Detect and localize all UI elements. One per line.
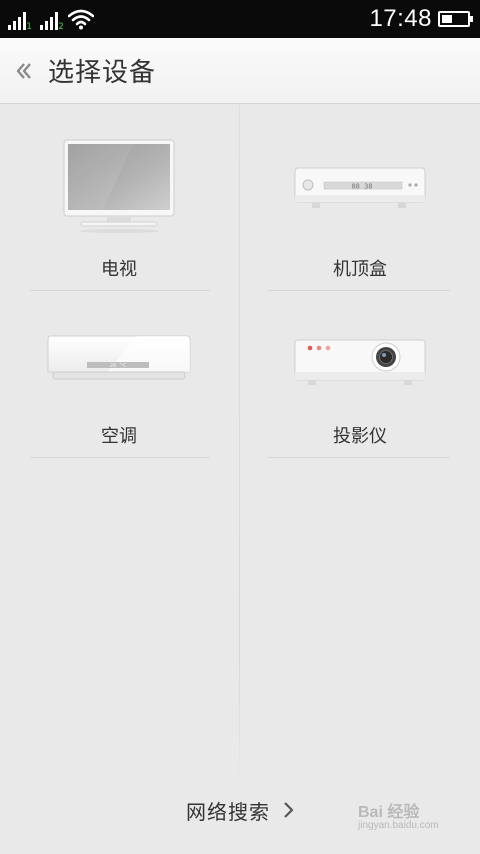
grid-divider [30, 290, 210, 291]
air-conditioner-icon: 26 °C [47, 335, 191, 380]
tv-icon [63, 139, 175, 233]
status-bar: 1 2 17:48 [0, 0, 480, 38]
device-label-air-conditioner: 空调 [101, 426, 137, 447]
page-title: 选择设备 [48, 58, 157, 88]
watermark-url: jingyan.baidu.com [358, 820, 439, 831]
device-projector[interactable]: 投影仪 [241, 292, 479, 476]
title-bar: 选择设备 [0, 38, 480, 104]
projector-icon [294, 339, 426, 385]
grid-divider [268, 290, 450, 291]
watermark-logo: Bai 经验 jingyan.baidu.com [358, 798, 450, 838]
device-label-projector: 投影仪 [333, 426, 387, 447]
battery-icon [438, 11, 473, 27]
grid-divider-vertical [239, 105, 240, 795]
sim2-tag: 2 [58, 22, 64, 32]
set-top-box-icon: 88 38 [294, 167, 426, 208]
wifi-icon [68, 9, 94, 30]
device-label-set-top-box: 机顶盒 [333, 259, 387, 280]
battery-level [442, 15, 452, 23]
signal-strength-icon-sim1: 1 [8, 10, 32, 32]
watermark-logo-text: Bai 经验 [358, 804, 420, 821]
signal-strength-icon-sim2: 2 [40, 10, 64, 32]
back-button[interactable] [2, 38, 46, 104]
air-conditioner-display: 26 °C [110, 363, 127, 369]
chevron-right-icon [284, 802, 294, 818]
sim1-tag: 1 [26, 22, 32, 32]
network-search-label: 网络搜索 [186, 799, 270, 824]
status-indicators: 1 2 [8, 8, 94, 32]
device-label-tv: 电视 [101, 259, 137, 280]
device-tv[interactable]: 电视 [0, 105, 238, 289]
clock: 17:48 [369, 5, 432, 32]
device-set-top-box[interactable]: 88 38 机顶盒 [241, 105, 479, 289]
set-top-box-display: 88 38 [351, 183, 372, 191]
device-grid: 电视 88 38 机顶盒 26 °C 空调 投影仪 [0, 105, 480, 795]
device-air-conditioner[interactable]: 26 °C 空调 [0, 292, 238, 476]
chevron-left-icon [16, 62, 31, 79]
